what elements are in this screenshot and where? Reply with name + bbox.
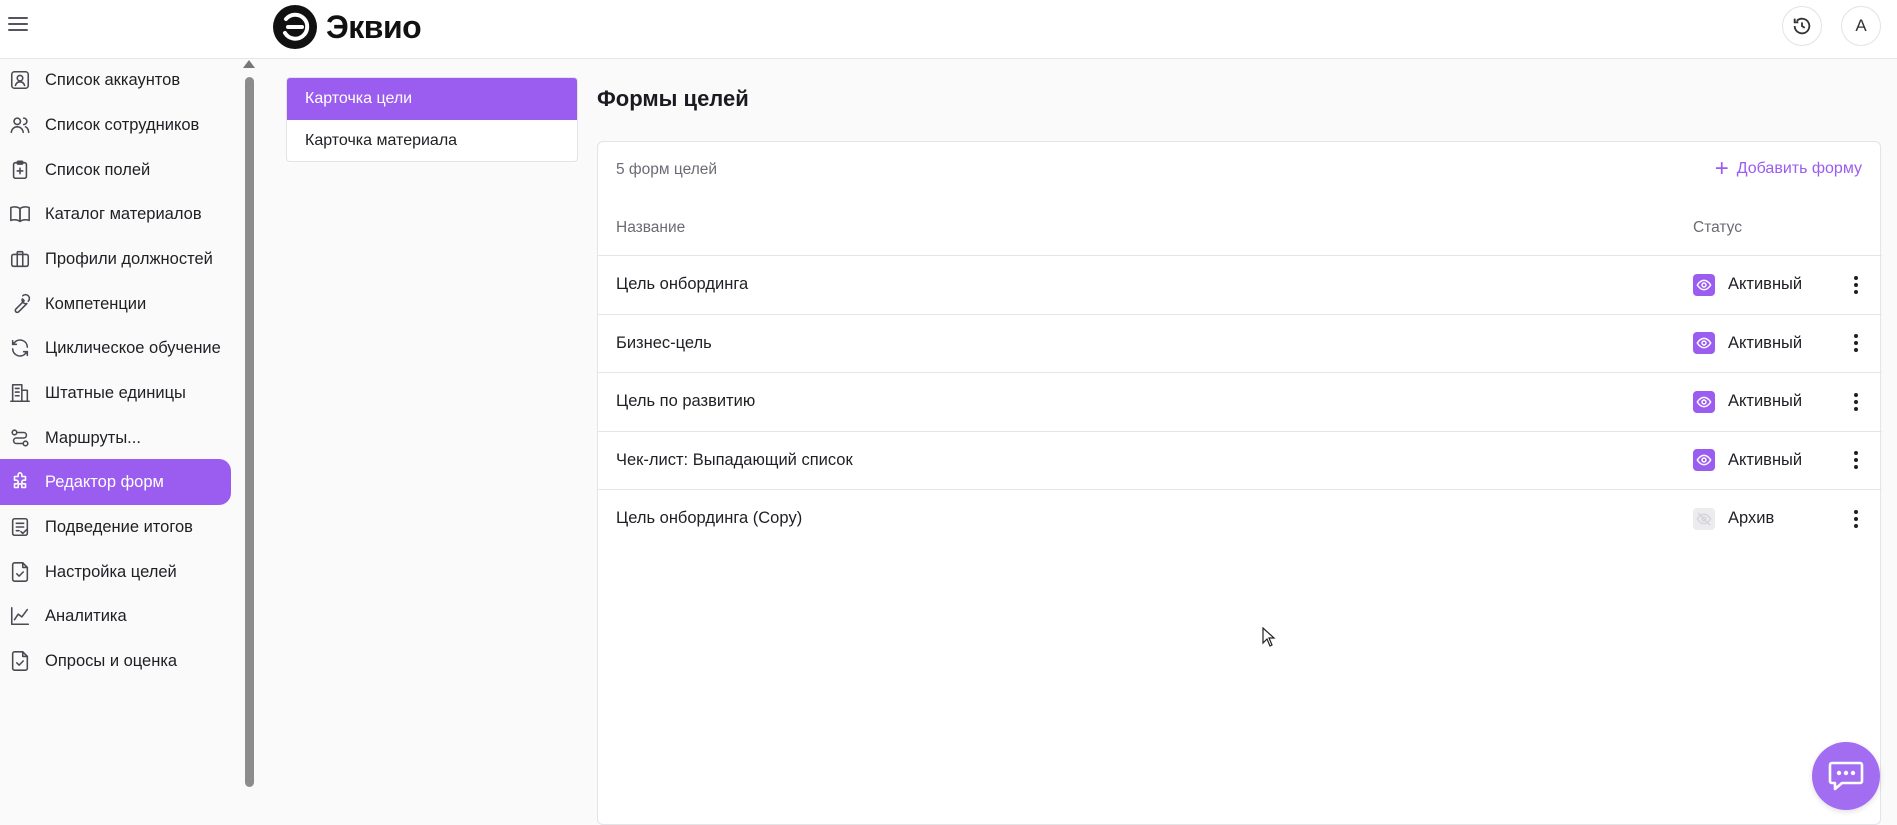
- column-header-name[interactable]: Название: [616, 219, 685, 237]
- sidebar-item-label: Список аккаунтов: [45, 70, 181, 89]
- form-name[interactable]: Цель онбординга: [616, 275, 748, 294]
- status-badge: Активный: [1693, 273, 1803, 296]
- wrench-icon: [9, 293, 31, 315]
- sidebar-item-9[interactable]: Редактор форм: [0, 459, 231, 505]
- sidebar-item-7[interactable]: Штатные единицы: [0, 370, 231, 416]
- eye-icon: [1693, 449, 1715, 472]
- sidebar-item-5[interactable]: Компетенции: [0, 281, 231, 327]
- sidebar-item-11[interactable]: Настройка целей: [0, 549, 231, 595]
- sidebar-item-1[interactable]: Список сотрудников: [0, 102, 231, 148]
- sidebar-scrollbar-thumb[interactable]: [245, 77, 254, 787]
- status-label: Активный: [1728, 275, 1803, 294]
- sidebar-item-label: Маршруты...: [45, 428, 141, 447]
- form-name[interactable]: Цель онбординга (Copy): [616, 509, 802, 528]
- status-badge: Активный: [1693, 332, 1803, 355]
- chat-bubble-icon: [1828, 761, 1864, 791]
- form-name[interactable]: Цель по развитию: [616, 392, 755, 411]
- sidebar-item-13[interactable]: Опросы и оценка: [0, 638, 231, 684]
- eye-icon: [1693, 273, 1715, 296]
- avatar-letter: A: [1855, 16, 1867, 35]
- status-badge: Активный: [1693, 390, 1803, 413]
- status-badge: Архив: [1693, 507, 1775, 530]
- account-icon: [9, 69, 31, 91]
- column-header-status[interactable]: Статус: [1693, 219, 1742, 237]
- file-check-icon: [9, 561, 31, 583]
- eye-icon: [1693, 390, 1715, 413]
- puzzle-icon: [9, 471, 31, 493]
- forms-table-body: Цель онбординга Активный Бизнес-цель Активн…: [598, 255, 1882, 548]
- checklist-icon: [9, 516, 31, 538]
- file-check-icon: [9, 650, 31, 672]
- more-options-icon[interactable]: [1846, 273, 1866, 297]
- book-icon: [9, 203, 31, 225]
- sidebar-item-label: Настройка целей: [45, 562, 177, 581]
- sidebar-item-label: Список сотрудников: [45, 115, 200, 134]
- forms-count: 5 форм целей: [616, 161, 718, 178]
- chat-support-button[interactable]: [1812, 742, 1880, 810]
- sidebar-item-label: Штатные единицы: [45, 383, 186, 402]
- clipboard-icon: [9, 159, 31, 181]
- sidebar-item-6[interactable]: Циклическое обучение: [0, 325, 231, 371]
- sidebar-item-label: Профили должностей: [45, 249, 213, 268]
- subnav-item-goal-card[interactable]: Карточка цели: [287, 78, 577, 120]
- more-options-icon[interactable]: [1846, 507, 1866, 531]
- sidebar-item-label: Циклическое обучение: [45, 338, 221, 357]
- history-button[interactable]: [1782, 6, 1822, 46]
- status-label: Архив: [1728, 509, 1775, 528]
- status-label: Активный: [1728, 392, 1803, 411]
- top-bar: Эквио A: [0, 0, 1897, 59]
- hamburger-menu-icon[interactable]: [8, 12, 32, 36]
- form-name[interactable]: Бизнес-цель: [616, 334, 712, 353]
- logo-mark-icon: [273, 5, 317, 49]
- form-name[interactable]: Чек-лист: Выпадающий список: [616, 451, 853, 470]
- plus-icon: +: [1714, 155, 1729, 182]
- scroll-up-arrow[interactable]: [243, 60, 255, 68]
- sidebar-item-label: Редактор форм: [45, 472, 164, 491]
- users-icon: [9, 114, 31, 136]
- building-icon: [9, 382, 31, 404]
- add-form-button[interactable]: + Добавить форму: [1714, 155, 1862, 182]
- subnav-item-material-card[interactable]: Карточка материала: [287, 120, 577, 161]
- refresh-icon: [9, 337, 31, 359]
- table-row[interactable]: Цель онбординга (Copy) Архив: [598, 489, 1882, 548]
- forms-table-card: 5 форм целей + Добавить форму Название С…: [597, 141, 1882, 825]
- briefcase-icon: [9, 248, 31, 270]
- more-options-icon[interactable]: [1846, 390, 1866, 414]
- sidebar-item-10[interactable]: Подведение итогов: [0, 504, 231, 550]
- table-row[interactable]: Чек-лист: Выпадающий список Активный: [598, 430, 1882, 490]
- sidebar-item-4[interactable]: Профили должностей: [0, 236, 231, 282]
- table-row[interactable]: Цель онбординга Активный: [598, 255, 1882, 314]
- chart-icon: [9, 605, 31, 627]
- table-row[interactable]: Цель по развитию Активный: [598, 372, 1882, 431]
- route-icon: [9, 427, 31, 449]
- status-label: Активный: [1728, 333, 1803, 352]
- sidebar-item-8[interactable]: Маршруты...: [0, 415, 231, 461]
- sidebar-item-0[interactable]: Список аккаунтов: [0, 57, 231, 103]
- table-row[interactable]: Бизнес-цель Активный: [598, 313, 1882, 373]
- sidebar-item-label: Опросы и оценка: [45, 651, 178, 670]
- eye-off-icon: [1693, 507, 1715, 530]
- more-options-icon[interactable]: [1846, 448, 1866, 472]
- sidebar-item-label: Каталог материалов: [45, 204, 202, 223]
- history-icon: [1793, 17, 1811, 35]
- app-logo[interactable]: Эквио: [272, 3, 422, 51]
- sidebar-item-3[interactable]: Каталог материалов: [0, 191, 231, 237]
- eye-icon: [1693, 332, 1715, 355]
- sidebar-item-label: Компетенции: [45, 294, 147, 313]
- status-label: Активный: [1728, 450, 1803, 469]
- sidebar-item-label: Аналитика: [45, 606, 127, 625]
- avatar[interactable]: A: [1841, 6, 1881, 46]
- add-form-label: Добавить форму: [1736, 160, 1862, 177]
- more-options-icon[interactable]: [1846, 331, 1866, 355]
- logo-text: Эквио: [326, 8, 422, 45]
- status-badge: Активный: [1693, 449, 1803, 472]
- sidebar-item-label: Подведение итогов: [45, 517, 193, 536]
- page-title: Формы целей: [597, 86, 749, 111]
- sidebar-item-12[interactable]: Аналитика: [0, 593, 231, 639]
- form-type-subnav: Карточка цели Карточка материала: [286, 77, 578, 162]
- sidebar-item-label: Список полей: [45, 160, 151, 179]
- mouse-cursor-icon: [1262, 627, 1276, 647]
- sidebar-item-2[interactable]: Список полей: [0, 147, 231, 193]
